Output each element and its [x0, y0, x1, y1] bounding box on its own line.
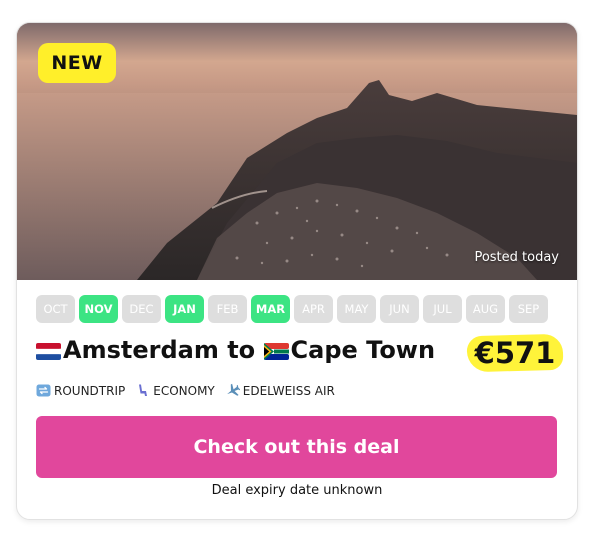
route-title: Amsterdam to Cape Town: [36, 336, 435, 364]
month-chip: DEC: [122, 295, 161, 323]
netherlands-flag-icon: [36, 342, 61, 360]
route-connector: to: [218, 336, 264, 364]
south-africa-flag-icon: [263, 342, 289, 360]
trip-details: ROUNDTRIP ECONOMY EDELWEISS AIR: [36, 383, 335, 398]
destination-city: Cape Town: [290, 336, 436, 364]
month-chip: JAN: [165, 295, 204, 323]
trip-type-label: ROUNDTRIP: [54, 383, 126, 398]
month-chip: MAR: [251, 295, 290, 323]
month-chip: NOV: [79, 295, 118, 323]
airline: EDELWEISS AIR: [225, 383, 335, 398]
cabin-class-label: ECONOMY: [153, 383, 215, 398]
deal-card[interactable]: NEW Posted today OCT NOV DEC JAN FEB MAR…: [16, 22, 578, 520]
month-chip: SEP: [509, 295, 548, 323]
airline-label: EDELWEISS AIR: [242, 383, 335, 398]
month-chip: OCT: [36, 295, 75, 323]
month-chip: JUL: [423, 295, 462, 323]
price-tag: €571: [466, 331, 564, 375]
origin-city: Amsterdam: [63, 336, 219, 364]
month-chip: AUG: [466, 295, 505, 323]
month-chip: MAY: [337, 295, 376, 323]
destination-photo: NEW Posted today: [17, 23, 577, 280]
check-deal-button[interactable]: Check out this deal: [36, 416, 557, 478]
month-chip: APR: [294, 295, 333, 323]
travel-months: OCT NOV DEC JAN FEB MAR APR MAY JUN JUL …: [36, 295, 548, 323]
month-chip: JUN: [380, 295, 419, 323]
seat-icon: [139, 384, 148, 396]
new-badge: NEW: [38, 43, 116, 83]
roundtrip-icon: [36, 384, 51, 397]
posted-date: Posted today: [474, 250, 559, 265]
trip-type: ROUNDTRIP: [36, 383, 125, 398]
month-chip: FEB: [208, 295, 247, 323]
airplane-icon: [226, 383, 240, 396]
cabin-class: ECONOMY: [135, 383, 215, 398]
deal-expiry-note: Deal expiry date unknown: [211, 483, 383, 498]
price-value: €571: [474, 336, 556, 370]
